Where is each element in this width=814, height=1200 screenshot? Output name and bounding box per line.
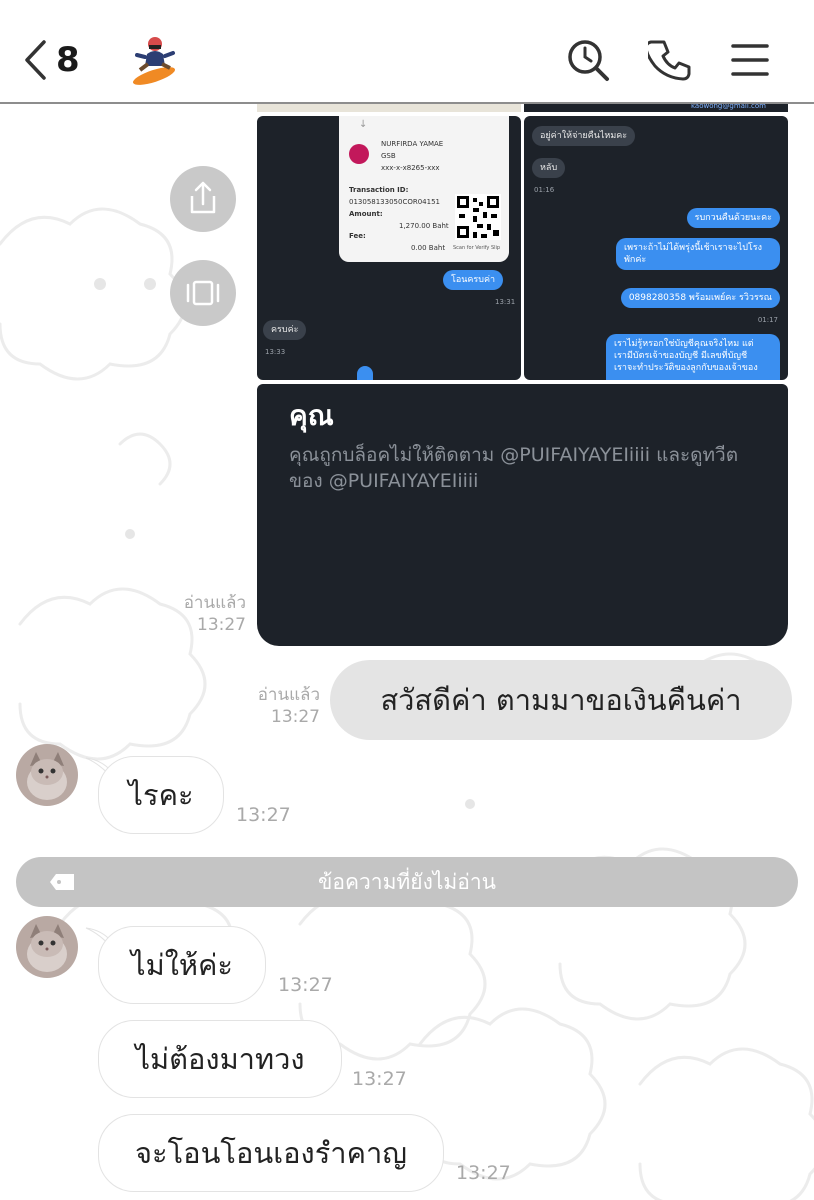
- unread-count: 8: [56, 40, 80, 80]
- outgoing-message[interactable]: สวัสดีค่า ตามมาขอเงินคืนค่า: [330, 660, 792, 740]
- incoming-message[interactable]: จะโอนโอนเองรำคาญ: [98, 1114, 444, 1192]
- snowboarder-emoji-icon: [132, 37, 176, 85]
- search-history-icon: [568, 40, 609, 81]
- mini-bubble-in: อยู่ค่าให้จ่ายคืนไหมคะ: [532, 126, 636, 146]
- receipt-transaction-label: Transaction ID:: [349, 186, 409, 194]
- receipt-transaction-id: 013058133050COR04151: [349, 198, 440, 206]
- sender-avatar[interactable]: [16, 744, 78, 806]
- incoming-message[interactable]: ไม่ให้ค่ะ: [98, 926, 266, 1004]
- mini-time: 13:33: [265, 348, 286, 356]
- receipt-amount: 1,270.00 Baht: [399, 222, 449, 230]
- search-history-button[interactable]: [566, 38, 610, 82]
- phone-icon: [648, 40, 691, 81]
- message-read-receipt: อ่านแล้ว 13:27: [236, 684, 320, 728]
- transfer-receipt: ↓ NURFIRDA YAMAE GSB xxx-x-x8265-xxx Tra…: [339, 116, 509, 262]
- qr-code-icon: [455, 194, 501, 240]
- mini-time: 13:31: [495, 298, 516, 306]
- mini-bubble-line: พักค่ะ: [624, 255, 647, 265]
- mini-bubble-line: เรามีบัตรเจ้าของบัญชี มีเลขที่บัญชี: [614, 351, 748, 361]
- gsb-logo: [349, 144, 369, 164]
- message-time: 13:27: [278, 974, 333, 996]
- mini-bubble-in: หลับ: [532, 158, 566, 178]
- mini-bubble-line: เราจะทำประวัติของลูกกับของเจ้าของ: [614, 363, 758, 373]
- cropped-image-edge: kaowong@gmail.com: [524, 102, 788, 112]
- mini-time: 01:17: [757, 316, 778, 324]
- image-read-receipt: อ่านแล้ว 13:27: [160, 592, 246, 636]
- mini-bubble-out: เราไม่รู้หรอกใช่บัญชีคุณจริงไหม แต่ เราม…: [606, 334, 780, 380]
- tag-icon: [50, 874, 74, 890]
- screenshot-conversation[interactable]: อยู่ค่าให้จ่ายคืนไหมคะ หลับ 01:16 รบกวนค…: [524, 116, 788, 380]
- incoming-message[interactable]: ไรคะ: [98, 756, 224, 834]
- mini-bubble-line: เราไม่รู้หรอกใช่บัญชีคุณจริงไหม แต่: [614, 339, 754, 349]
- receipt-fee: 0.00 Baht: [411, 244, 446, 252]
- unread-divider-label: ข้อความที่ยังไม่อ่าน: [317, 869, 496, 894]
- mini-bubble-out: โอนครบค่า: [443, 270, 504, 290]
- mini-bubble-out-cropped: [357, 366, 373, 380]
- message-time: 13:27: [456, 1162, 511, 1184]
- cat-avatar-icon: [16, 744, 78, 806]
- menu-button[interactable]: [728, 38, 772, 82]
- receipt-account: xxx-x-x8265-xxx: [381, 164, 440, 172]
- blocked-text: คุณถูกบล็อคไม่ให้ติดตาม @PUIFAIYAYEIiiii…: [289, 444, 739, 492]
- unread-messages-divider: ข้อความที่ยังไม่อ่าน: [16, 857, 798, 907]
- back-chevron-icon: [25, 40, 46, 80]
- gallery-icon: [186, 280, 220, 306]
- receipt-name: NURFIRDA YAMAE: [381, 140, 444, 148]
- blocked-title: คุณ: [289, 399, 334, 432]
- incoming-message[interactable]: ไม่ต้องมาทวง: [98, 1020, 342, 1098]
- read-label: อ่านแล้ว: [183, 593, 246, 613]
- down-arrow-icon: ↓: [359, 119, 368, 130]
- read-label: อ่านแล้ว: [257, 685, 320, 705]
- receipt-bank: GSB: [381, 152, 396, 160]
- screenshot-receipt-chat[interactable]: ↓ NURFIRDA YAMAE GSB xxx-x-x8265-xxx Tra…: [257, 116, 521, 380]
- gallery-button[interactable]: [170, 260, 236, 326]
- sender-avatar[interactable]: [16, 916, 78, 978]
- read-time: 13:27: [271, 707, 320, 727]
- contact-avatar[interactable]: [128, 34, 180, 86]
- mini-bubble-out: รบกวนคืนด้วยนะคะ: [686, 208, 780, 228]
- read-time: 13:27: [197, 615, 246, 635]
- cropped-image-edge: [257, 104, 521, 112]
- call-button[interactable]: [648, 38, 692, 82]
- receipt-amount-label: Amount:: [349, 210, 383, 218]
- message-time: 13:27: [236, 804, 291, 826]
- menu-icon: [731, 44, 769, 76]
- share-button[interactable]: [170, 166, 236, 232]
- cat-avatar-icon: [16, 916, 78, 978]
- receipt-scan-label: Scan for Verify Slip: [453, 245, 501, 251]
- mini-time: 01:16: [534, 186, 555, 194]
- mini-bubble-out: เพราะถ้าไม่ได้พรุ่งนี้เช้าเราจะไปโรง พัก…: [616, 238, 780, 270]
- back-button[interactable]: 8: [24, 32, 80, 88]
- mini-bubble-in: ครบค่ะ: [263, 320, 307, 340]
- share-icon: [190, 181, 216, 214]
- receipt-fee-label: Fee:: [349, 232, 366, 240]
- screenshot-blocked-notice[interactable]: คุณ คุณถูกบล็อคไม่ให้ติดตาม @PUIFAIYAYEI…: [257, 384, 788, 646]
- mini-bubble-out: 0898280358 พร้อมเพย์คะ รวิวรรณ: [620, 288, 780, 308]
- mini-bubble-line: เพราะถ้าไม่ได้พรุ่งนี้เช้าเราจะไปโรง: [624, 243, 762, 253]
- chat-header: 8: [0, 0, 814, 104]
- image-message-collage[interactable]: kaowong@gmail.com ↓ NURFIRDA YAMAE GSB x…: [0, 102, 814, 654]
- message-time: 13:27: [352, 1068, 407, 1090]
